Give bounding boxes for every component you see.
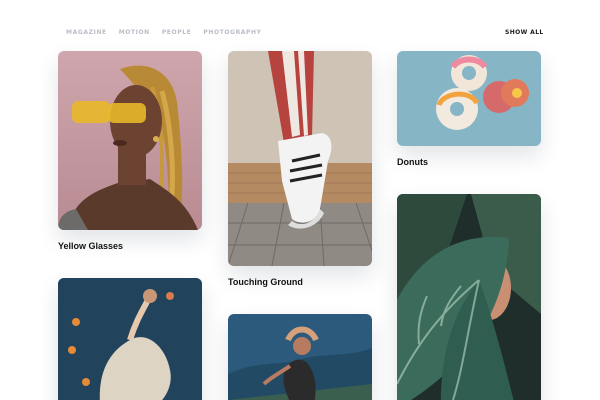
show-all-link[interactable]: SHOW ALL xyxy=(505,29,544,36)
card-title[interactable]: Touching Ground xyxy=(228,277,303,287)
filter-people[interactable]: PEOPLE xyxy=(162,29,192,36)
donuts-image xyxy=(397,51,541,146)
card-title[interactable]: Yellow Glasses xyxy=(58,241,123,251)
sneaker-image xyxy=(228,51,372,266)
card-image-touching-ground[interactable] xyxy=(228,51,372,266)
filter-magazine[interactable]: MAGAZINE xyxy=(66,29,107,36)
card-image-donuts[interactable] xyxy=(397,51,541,146)
crown-figure-image xyxy=(228,314,372,400)
card-image-yellow-glasses[interactable] xyxy=(58,51,202,230)
leaf-portrait-image xyxy=(397,194,541,400)
card-title[interactable]: Donuts xyxy=(397,157,428,167)
card-image-water-dress[interactable] xyxy=(58,278,202,400)
category-filters: MAGAZINE MOTION PEOPLE PHOTOGRAPHY xyxy=(66,29,262,36)
filter-motion[interactable]: MOTION xyxy=(119,29,150,36)
card-image-leaf-portrait[interactable] xyxy=(397,194,541,400)
portrait-image xyxy=(58,51,202,230)
gallery-toolbar: MAGAZINE MOTION PEOPLE PHOTOGRAPHY SHOW … xyxy=(0,0,600,50)
water-dress-image xyxy=(58,278,202,400)
card-image-crown-figure[interactable] xyxy=(228,314,372,400)
filter-photography[interactable]: PHOTOGRAPHY xyxy=(203,29,261,36)
